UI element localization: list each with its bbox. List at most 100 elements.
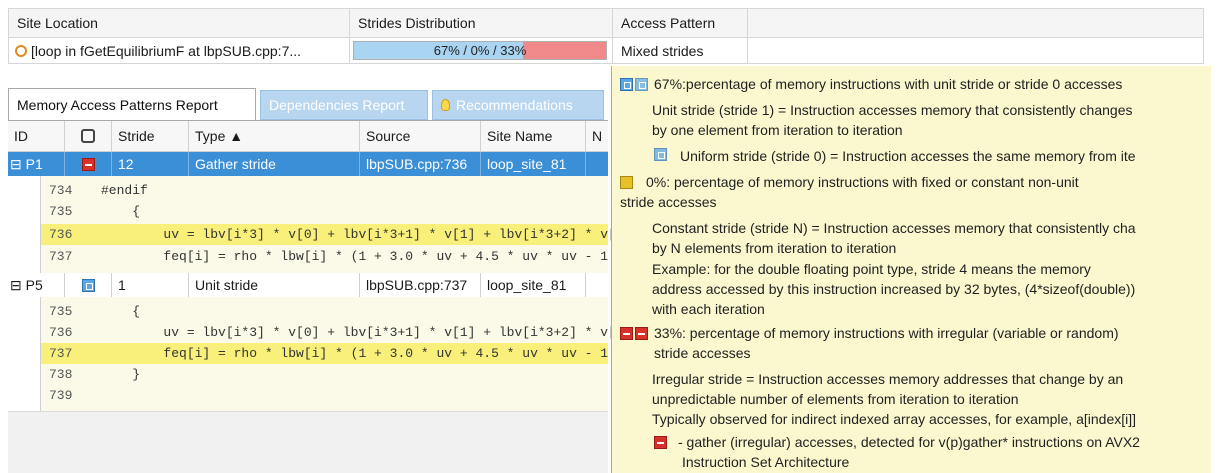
code-line: 736 uv = lbv[i*3] * v[0] + lbv[i*3+1] * … xyxy=(41,322,639,343)
row-type-text: Unit stride xyxy=(195,277,259,293)
lightbulb-icon xyxy=(441,99,450,111)
tab-label: Memory Access Patterns Report xyxy=(17,96,218,113)
row-id[interactable]: ⊟ P1 xyxy=(8,152,64,176)
tooltip-irregular-desc: unpredictable number of elements from it… xyxy=(652,391,1019,407)
column-header-id[interactable]: ID xyxy=(8,121,64,151)
unit-stride-icon xyxy=(620,78,648,94)
column-divider xyxy=(349,38,350,63)
row-source[interactable]: lbpSUB.cpp:737 xyxy=(360,273,480,297)
column-header-label: ID xyxy=(14,128,28,144)
row-icon-cell xyxy=(65,273,111,297)
code-line: 738 } xyxy=(41,364,608,385)
column-header-strides-distribution[interactable]: Strides Distribution xyxy=(350,9,612,37)
empty-grid-area xyxy=(8,411,608,473)
line-text: { xyxy=(101,204,141,219)
constant-stride-icon xyxy=(620,176,633,192)
column-header-icon[interactable] xyxy=(65,121,111,151)
row-site-name: loop_site_81 xyxy=(481,152,585,176)
column-divider xyxy=(747,9,748,37)
code-line: 734 #endif xyxy=(41,180,608,201)
table-row[interactable]: ⊟ P1 12 Gather stride lbpSUB.cpp:736 loo… xyxy=(8,152,608,176)
tab-dependencies-report[interactable]: Dependencies Report xyxy=(260,90,428,120)
line-number: 737 xyxy=(49,249,73,264)
tooltip-constant-desc: Constant stride (stride N) = Instruction… xyxy=(652,220,1136,236)
code-line: 737 feq[i] = rho * lbw[i] * (1 + 3.0 * u… xyxy=(41,246,678,267)
tooltip-gather-desc: - gather (irregular) accesses, detected … xyxy=(678,434,1140,450)
row-site-name-text: loop_site_81 xyxy=(487,156,567,172)
line-number: 734 xyxy=(49,183,73,198)
row-id-text: ⊟ P1 xyxy=(10,155,43,172)
site-location-text: [loop in fGetEquilibriumF at lbpSUB.cpp:… xyxy=(31,42,302,59)
line-text: } xyxy=(101,367,141,382)
tab-memory-access-patterns-report[interactable]: Memory Access Patterns Report xyxy=(8,88,256,120)
strides-distribution-bar: 67% / 0% / 33% xyxy=(353,41,607,60)
loop-icon xyxy=(15,44,27,57)
tooltip-irregular-desc: Irregular stride = Instruction accesses … xyxy=(652,371,1124,387)
unit-stride-icon xyxy=(81,278,95,292)
line-number: 735 xyxy=(49,304,73,319)
column-header-label: Access Pattern xyxy=(621,15,716,31)
tooltip-unit-desc: by one element from iteration to iterati… xyxy=(652,122,903,138)
tooltip-unit-heading: 67%:percentage of memory instructions wi… xyxy=(654,76,1123,92)
code-line: 735 { xyxy=(41,201,608,222)
row-type-text: Gather stride xyxy=(195,156,276,172)
tooltip-constant-heading: 0%: percentage of memory instructions wi… xyxy=(646,174,1079,190)
tooltip-irregular-heading: stride accesses xyxy=(654,345,751,361)
row-site-name-text: loop_site_81 xyxy=(487,277,567,293)
column-header-source[interactable]: Source xyxy=(360,121,480,151)
row-id-text: ⊟ P5 xyxy=(10,276,43,293)
tooltip-irregular-desc: Typically observed for indirect indexed … xyxy=(652,411,1137,427)
summary-row[interactable]: [loop in fGetEquilibriumF at lbpSUB.cpp:… xyxy=(8,38,1204,64)
line-text: #endif xyxy=(101,183,148,198)
column-header-site-name[interactable]: Site Name xyxy=(481,121,585,151)
column-header-label: Site Name xyxy=(487,128,553,144)
tab-recommendations[interactable]: Recommendations xyxy=(432,90,604,120)
line-number: 736 xyxy=(49,325,73,340)
stride-type-icon xyxy=(81,129,95,143)
report-tabs: Memory Access Patterns Report Dependenci… xyxy=(8,88,608,120)
summary-header-row: Site Location Strides Distribution Acces… xyxy=(8,8,1204,38)
row-source[interactable]: lbpSUB.cpp:736 xyxy=(360,152,480,176)
grid-header-row: ID Stride Type ▲ Source Site Name N xyxy=(8,120,608,152)
gather-stride-icon xyxy=(654,436,667,452)
code-line: 739 xyxy=(41,385,608,406)
access-pattern-text: Mixed strides xyxy=(621,42,704,59)
row-stride-text: 12 xyxy=(118,156,134,172)
column-header-label: Strides Distribution xyxy=(358,15,476,31)
row-icon-cell xyxy=(65,152,111,176)
tooltip-constant-heading: stride accesses xyxy=(620,194,717,210)
row-stride-text: 1 xyxy=(118,277,126,293)
column-header-stride[interactable]: Stride xyxy=(112,121,188,151)
line-number: 736 xyxy=(49,227,73,242)
code-line-highlighted: 736 uv = lbv[i*3] * v[0] + lbv[i*3+1] * … xyxy=(41,224,639,245)
column-divider xyxy=(585,273,586,297)
row-id[interactable]: ⊟ P5 xyxy=(8,273,64,297)
line-text: uv = lbv[i*3] * v[0] + lbv[i*3+1] * v[1]… xyxy=(101,227,640,242)
tooltip-constant-example: address accessed by this instruction inc… xyxy=(652,281,1136,297)
column-header-type[interactable]: Type ▲ xyxy=(189,121,359,151)
column-header-label: Site Location xyxy=(17,15,98,31)
line-number: 739 xyxy=(49,388,73,403)
row-site-name: loop_site_81 xyxy=(481,273,585,297)
strides-tooltip: 67%:percentage of memory instructions wi… xyxy=(611,66,1211,473)
column-header-nest[interactable]: N xyxy=(586,121,608,151)
table-row[interactable]: ⊟ P5 1 Unit stride lbpSUB.cpp:737 loop_s… xyxy=(8,273,608,297)
code-line: 735 { xyxy=(41,301,608,322)
line-text: feq[i] = rho * lbw[i] * (1 + 3.0 * uv + … xyxy=(101,346,679,361)
column-header-label: Source xyxy=(366,128,411,144)
tooltip-irregular-heading: 33%: percentage of memory instructions w… xyxy=(654,325,1119,341)
column-header-label: N xyxy=(592,128,603,144)
row-source-text: lbpSUB.cpp:736 xyxy=(366,156,468,172)
gather-stride-icon xyxy=(81,157,95,171)
line-text: feq[i] = rho * lbw[i] * (1 + 3.0 * uv + … xyxy=(101,249,679,264)
row-type: Gather stride xyxy=(189,152,359,176)
column-header-label: Stride xyxy=(118,128,155,144)
tab-label: Recommendations xyxy=(456,97,573,113)
column-header-site-location[interactable]: Site Location xyxy=(9,9,349,37)
tab-label: Dependencies Report xyxy=(269,97,405,113)
row-type: Unit stride xyxy=(189,273,359,297)
column-divider xyxy=(585,152,586,176)
column-header-access-pattern[interactable]: Access Pattern xyxy=(613,9,747,37)
tooltip-unit-desc: Unit stride (stride 1) = Instruction acc… xyxy=(652,102,1133,118)
source-snippet-p5: 735 { 736 uv = lbv[i*3] * v[0] + lbv[i*3… xyxy=(40,297,678,411)
